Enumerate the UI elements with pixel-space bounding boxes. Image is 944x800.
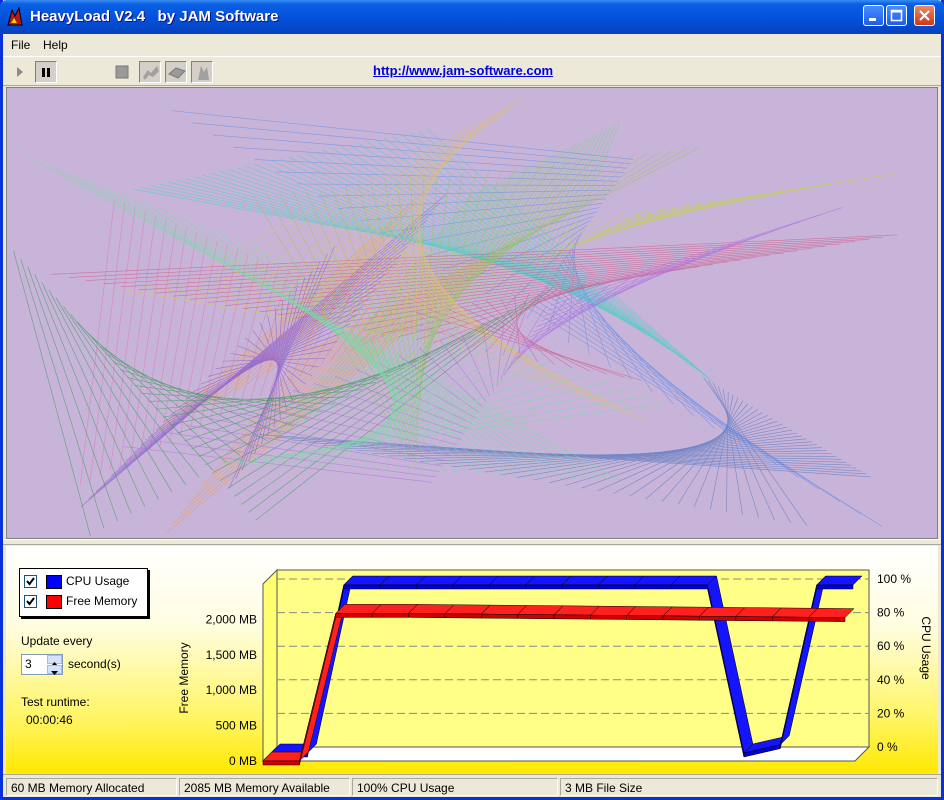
menu-file[interactable]: File	[11, 38, 30, 52]
update-interval-label: Update every	[21, 634, 93, 648]
left-axis-title: Free Memory	[177, 642, 191, 713]
ribbon-face	[816, 584, 854, 590]
chart-back-wall	[276, 569, 870, 748]
panel-splitter[interactable]	[3, 539, 941, 545]
ribbon-face	[808, 617, 846, 622]
main-window: HeavyLoad V2.4 by JAM Software File Help	[0, 0, 944, 800]
string-art	[7, 88, 937, 538]
ribbon-face	[489, 584, 526, 590]
ribbon-face	[626, 615, 664, 621]
checkmark-icon	[26, 597, 35, 606]
menu-help[interactable]: Help	[43, 38, 68, 52]
close-icon	[919, 10, 930, 21]
toolbar: http://www.jam-software.com	[3, 56, 941, 86]
right-tick-label: 100 %	[877, 572, 911, 586]
disk-load-icon	[168, 67, 186, 79]
legend-label: Free Memory	[66, 594, 138, 608]
runtime-label: Test runtime:	[21, 695, 90, 709]
maximize-button[interactable]	[886, 5, 907, 26]
runtime-value: 00:00:46	[26, 713, 73, 727]
app-icon	[7, 7, 23, 26]
right-tick-label: 60 %	[877, 639, 905, 653]
left-tick-label: 500 MB	[216, 719, 257, 733]
left-tick-label: 1,000 MB	[206, 683, 257, 697]
title-bar[interactable]: HeavyLoad V2.4 by JAM Software	[0, 0, 944, 34]
chart-legend: CPU Usage Free Memory	[19, 568, 148, 617]
ribbon-face	[590, 614, 627, 620]
ribbon-face	[634, 584, 672, 590]
ribbon-face	[553, 614, 591, 620]
memory-load-icon	[198, 66, 209, 80]
right-tick-label: 40 %	[877, 673, 905, 687]
minimize-button[interactable]	[863, 5, 884, 26]
left-tick-label: 2,000 MB	[206, 612, 257, 626]
ribbon-face	[699, 615, 737, 621]
stop-button[interactable]	[111, 61, 133, 83]
cpu-usage-checkbox[interactable]	[24, 575, 37, 588]
window-title: HeavyLoad V2.4 by JAM Software	[30, 8, 279, 25]
ribbon-face	[662, 615, 700, 621]
ribbon-face	[379, 584, 417, 590]
website-link[interactable]: http://www.jam-software.com	[373, 63, 553, 78]
monitor-panel: CPU Usage Free Memory Update every 3 sec…	[6, 546, 938, 774]
ribbon-face	[343, 584, 381, 590]
maximize-icon	[890, 9, 903, 22]
disk-load-button[interactable]	[165, 61, 187, 83]
ribbon-face	[335, 613, 373, 618]
ribbon-face	[525, 584, 563, 590]
legend-item-memory[interactable]: Free Memory	[24, 594, 144, 610]
chart-side-wall	[262, 568, 278, 763]
memory-load-button[interactable]	[191, 61, 213, 83]
right-tick-label: 80 %	[877, 606, 905, 620]
status-file-size: 3 MB File Size	[560, 778, 938, 796]
update-interval-spinner[interactable]: 3	[21, 654, 63, 675]
status-bar: 60 MB Memory Allocated 2085 MB Memory Av…	[3, 774, 941, 797]
menu-bar: File Help	[3, 34, 941, 56]
ribbon-face	[670, 584, 708, 590]
usage-chart: 0 % 20 % 40 % 60 % 80 % 100 % 0 MB 500 MB 1,000 …	[177, 568, 933, 768]
ribbon-face	[444, 613, 482, 619]
minimize-icon	[869, 18, 876, 21]
ribbon-face	[772, 616, 809, 622]
ribbon-face	[735, 616, 773, 622]
ribbon-face	[598, 584, 635, 590]
update-interval-value[interactable]: 3	[25, 657, 32, 671]
right-tick-label: 0 %	[877, 740, 898, 754]
cpu-load-button[interactable]	[139, 61, 161, 83]
ribbon-face	[262, 760, 300, 766]
start-button[interactable]	[9, 61, 31, 83]
play-icon	[17, 67, 23, 77]
legend-item-cpu[interactable]: CPU Usage	[24, 574, 144, 590]
spin-up-button[interactable]	[47, 655, 62, 666]
ribbon-face	[561, 584, 599, 590]
ribbon-face	[408, 613, 446, 618]
close-button[interactable]	[914, 5, 935, 26]
free-memory-checkbox[interactable]	[24, 595, 37, 608]
pause-button[interactable]	[35, 61, 57, 83]
status-memory-available: 2085 MB Memory Available	[179, 778, 350, 796]
ribbon-face	[517, 614, 555, 620]
status-cpu-usage: 100% CPU Usage	[352, 778, 558, 796]
stop-icon	[115, 65, 129, 79]
arrow-down-icon	[51, 671, 58, 675]
cpu-color-swatch	[46, 575, 62, 589]
legend-label: CPU Usage	[66, 574, 130, 588]
memory-color-swatch	[46, 595, 62, 609]
right-tick-label: 20 %	[877, 706, 905, 720]
cpu-load-icon	[143, 66, 159, 80]
ribbon-face	[452, 584, 490, 590]
ribbon-face	[416, 584, 454, 590]
left-tick-label: 1,500 MB	[206, 648, 257, 662]
pause-icon	[42, 68, 50, 77]
checkmark-icon	[26, 577, 35, 586]
status-memory-allocated: 60 MB Memory Allocated	[6, 778, 177, 796]
right-axis-title: CPU Usage	[919, 616, 933, 680]
load-visualization-canvas	[6, 87, 938, 539]
spin-down-button[interactable]	[47, 665, 62, 675]
ribbon-face	[371, 613, 409, 618]
ribbon-face	[481, 613, 518, 619]
seconds-label: second(s)	[68, 657, 121, 671]
left-tick-label: 0 MB	[229, 754, 257, 768]
